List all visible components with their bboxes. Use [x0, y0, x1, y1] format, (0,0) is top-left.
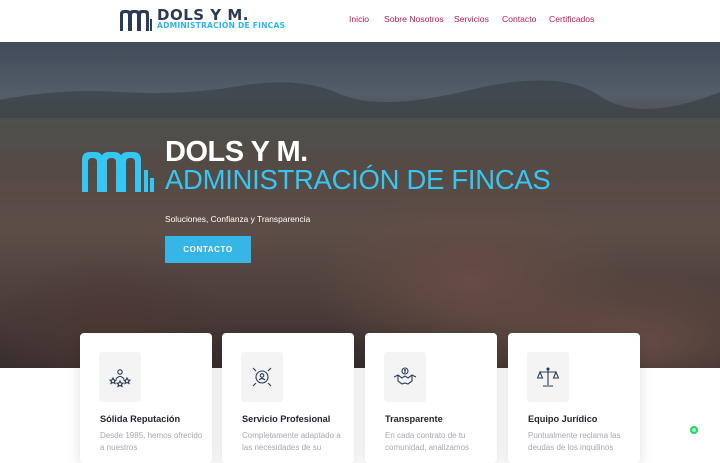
card-title: Servicio Profesional [242, 414, 331, 424]
chat-widget-icon[interactable] [690, 426, 698, 434]
card-title: Equipo Jurídico [528, 414, 598, 424]
professional-service-icon [241, 352, 283, 402]
scales-icon [527, 352, 569, 402]
card-text: Desde 1985, hemos ofrecido a nuestros [100, 431, 203, 452]
hero-tagline: Soluciones, Confianza y Transparencia [165, 214, 311, 224]
card-title: Transparente [385, 414, 443, 424]
handshake-icon [384, 352, 426, 402]
feature-card-juridico: Equipo Jurídico Puntualmente reclama las… [508, 333, 640, 463]
feature-card-reputacion: Sólida Reputación Desde 1985, hemos ofre… [80, 333, 212, 463]
nav-link-sobre-nosotros[interactable]: Sobre Nosotros [384, 14, 444, 24]
card-text: Completamente adaptado a las necesidades… [242, 431, 341, 452]
nav-link-contacto[interactable]: Contacto [502, 14, 536, 24]
nav-link-certificados[interactable]: Certificados [549, 14, 594, 24]
site-header: DOLS Y M. ADMINISTRACIÓN DE FINCAS Inici… [0, 0, 720, 42]
nav-link-inicio[interactable]: Inicio [349, 14, 369, 24]
feature-card-transparente: Transparente En cada contrato de tu comu… [365, 333, 497, 463]
contact-button[interactable]: CONTACTO [165, 236, 251, 263]
feature-card-servicio: Servicio Profesional Completamente adapt… [222, 333, 354, 463]
hero-subtitle: ADMINISTRACIÓN DE FINCAS [165, 164, 551, 195]
card-text: En cada contrato de tu comunidad, analiz… [385, 431, 470, 452]
nav-link-servicios[interactable]: Servicios [454, 14, 489, 24]
main-nav: Inicio Sobre Nosotros Servicios Contacto… [0, 14, 720, 28]
reputation-icon [99, 352, 141, 402]
hero-banner: DOLS Y M. ADMINISTRACIÓN DE FINCAS Soluc… [0, 42, 720, 368]
hero-logo-mark-icon [82, 152, 154, 192]
hero-overlay [0, 42, 720, 368]
card-text: Puntualmente reclama las deudas de los i… [528, 431, 621, 452]
card-title: Sólida Reputación [100, 414, 181, 424]
